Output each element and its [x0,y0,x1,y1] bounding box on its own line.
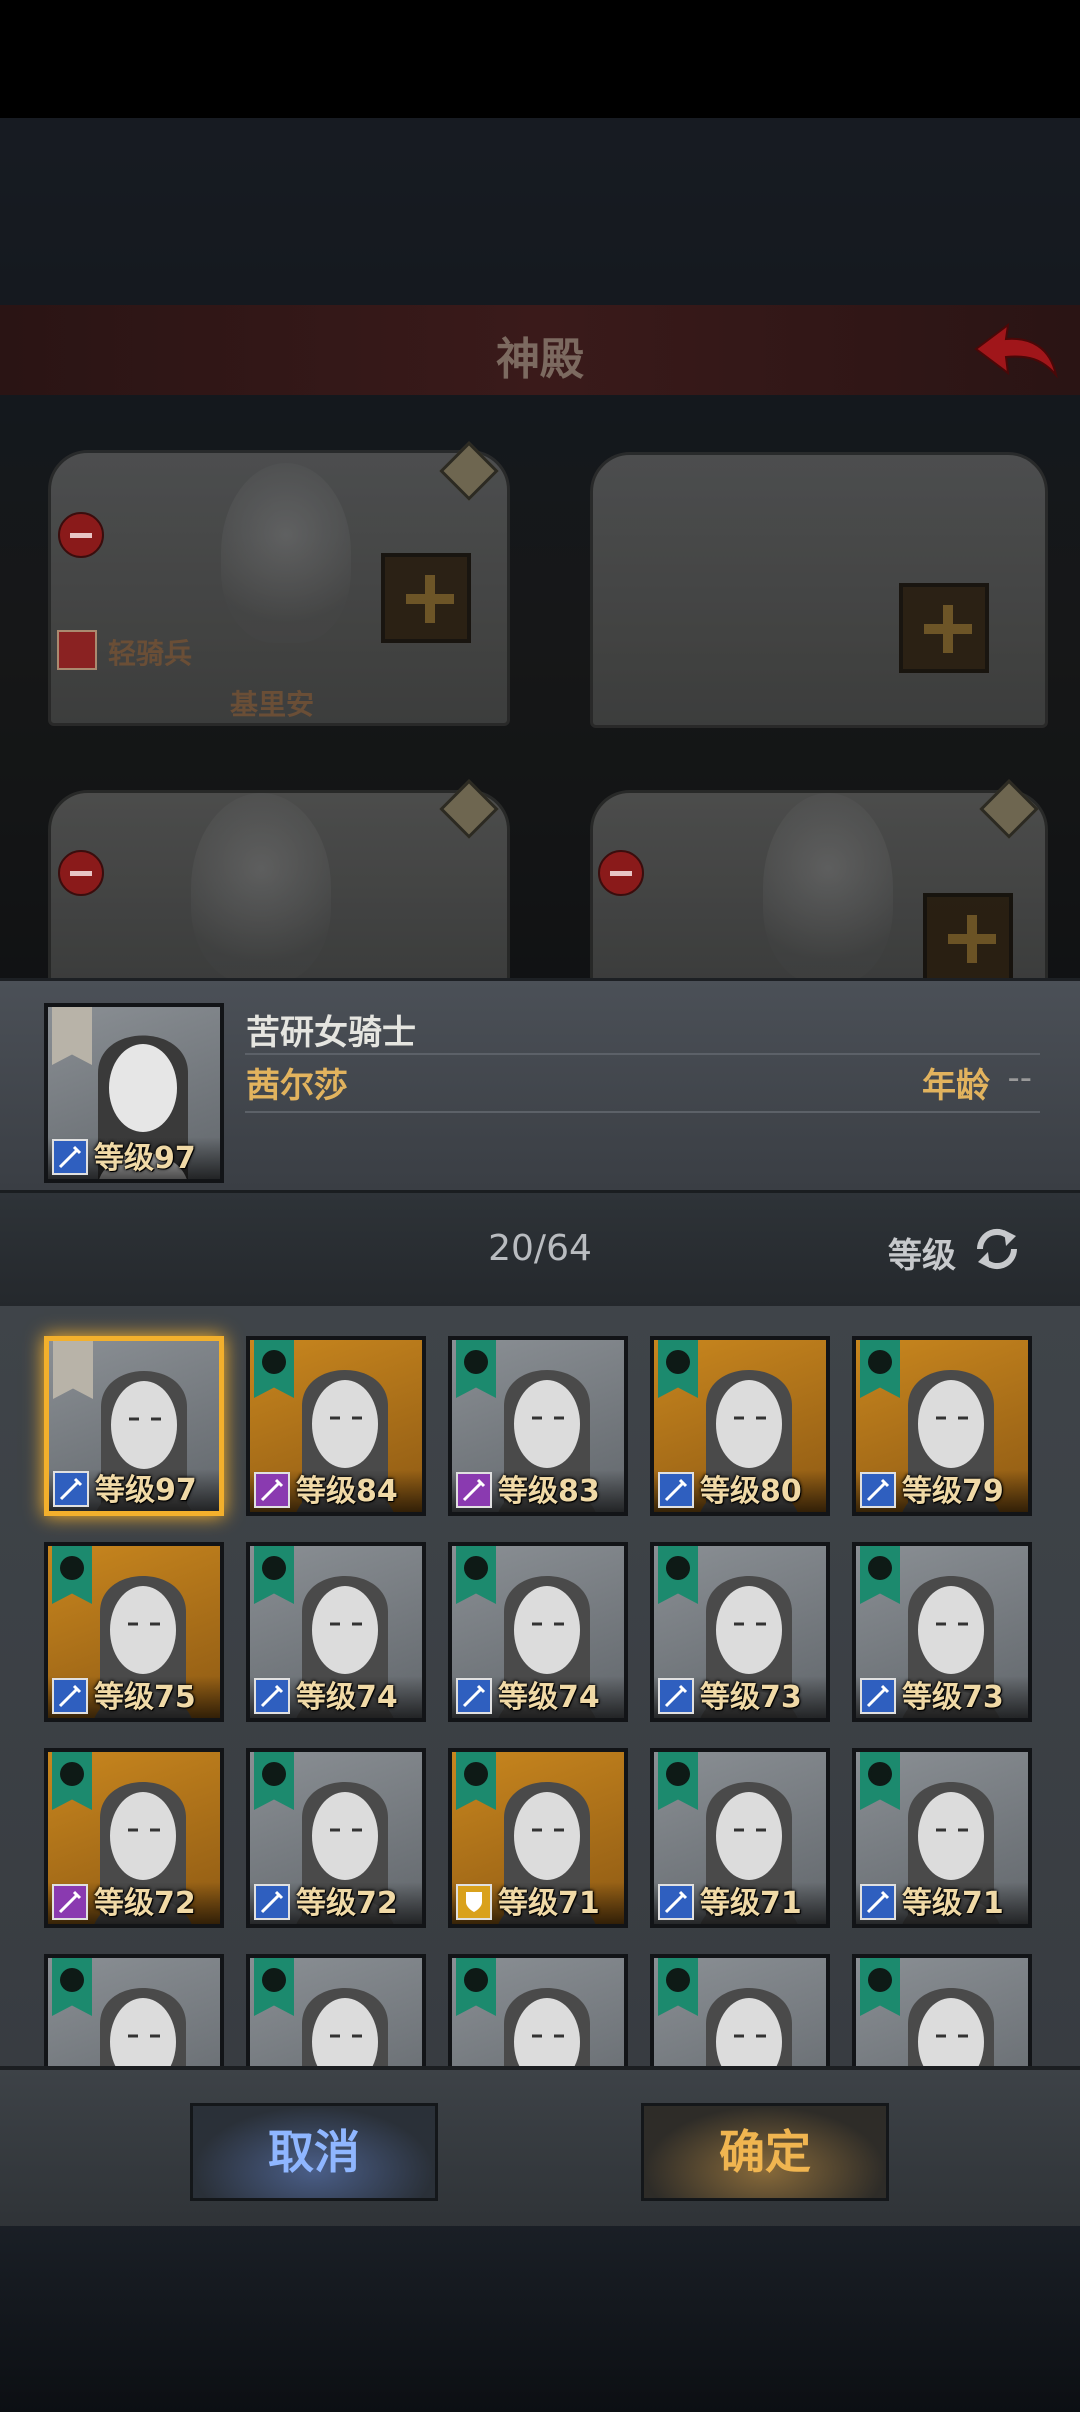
hero-card[interactable] [650,1954,830,2066]
hero-level: 等级97 [94,1141,196,1176]
add-hero-icon[interactable] [381,553,471,643]
remove-icon[interactable] [58,850,104,896]
hero-level: 等级79 [902,1474,1004,1509]
hero-level: 等级73 [700,1680,802,1715]
hero-card[interactable]: 等级79 [852,1336,1032,1516]
hero-level: 等级84 [296,1474,398,1509]
class-icon [860,1884,896,1920]
class-icon [254,1884,290,1920]
back-arrow-icon [974,322,1058,379]
hero-level: 等级80 [700,1474,802,1509]
hero-card[interactable] [44,1954,224,2066]
age-label: 年龄 [922,1066,990,1106]
temple-slot-4[interactable] [590,790,1048,996]
hero-level: 等级97 [95,1473,197,1508]
hero-level: 等级72 [296,1886,398,1921]
hero-level: 等级73 [902,1680,1004,1715]
class-icon [860,1678,896,1714]
add-hero-icon[interactable] [923,893,1013,983]
refresh-sort-icon[interactable] [970,1222,1024,1276]
hero-card[interactable] [448,1954,628,2066]
hero-card[interactable]: 等级72 [44,1748,224,1928]
hero-title: 苦研女骑士 [246,1013,416,1053]
status-bar-area [0,0,1080,118]
temple-slot-2[interactable] [590,452,1048,728]
hero-level: 等级71 [700,1886,802,1921]
class-icon [52,1139,88,1175]
hero-grid: 等级97 等级84 等级83 等级80 等级79 等级75 等级74 等级74 等级73 等级73… [0,1306,1080,2066]
sort-label[interactable]: 等级 [888,1228,956,1277]
hero-card[interactable] [246,1954,426,2066]
navigation-bar-area [0,2226,1080,2412]
remove-icon[interactable] [58,512,104,558]
hero-card[interactable]: 等级83 [448,1336,628,1516]
class-icon [658,1472,694,1508]
hero-card[interactable]: 等级73 [852,1542,1032,1722]
cancel-button[interactable]: 取消 [190,2103,438,2201]
light-cavalry-icon [57,630,97,670]
class-icon [254,1472,290,1508]
class-icon [456,1472,492,1508]
hero-face-icon [706,1988,792,2066]
hero-card[interactable]: 等级74 [246,1542,426,1722]
hero-card[interactable]: 等级72 [246,1748,426,1928]
class-icon [52,1884,88,1920]
hero-card[interactable]: 等级71 [650,1748,830,1928]
hero-face-icon [302,1988,388,2066]
hero-face-icon [908,1988,994,2066]
class-icon [860,1472,896,1508]
class-icon [658,1884,694,1920]
class-icon [254,1678,290,1714]
hero-level: 等级75 [94,1680,196,1715]
class-icon [456,1884,492,1920]
hero-level: 等级72 [94,1886,196,1921]
bottom-panel [0,2066,1080,2230]
age-value: -- [1007,1058,1032,1098]
hero-card[interactable]: 等级84 [246,1336,426,1516]
slot-class-label: 轻骑兵 [108,637,193,670]
hero-card[interactable]: 等级97 [44,1336,224,1516]
class-icon [53,1471,89,1507]
hero-level: 等级83 [498,1474,600,1509]
back-button[interactable] [970,315,1060,385]
confirm-button[interactable]: 确定 [641,2103,889,2201]
title-bar: 神殿 [0,305,1080,395]
hero-level: 等级74 [498,1680,600,1715]
class-icon [658,1678,694,1714]
class-icon [52,1678,88,1714]
hero-level: 等级74 [296,1680,398,1715]
class-icon [456,1678,492,1714]
hero-level: 等级71 [902,1886,1004,1921]
hero-card[interactable]: 等级74 [448,1542,628,1722]
add-hero-icon[interactable] [899,583,989,673]
hero-card[interactable] [852,1954,1032,2066]
hero-face-icon [100,1988,186,2066]
hero-name: 茜尔莎 [246,1066,348,1106]
temple-slot-3[interactable] [48,790,510,996]
hero-card[interactable]: 等级73 [650,1542,830,1722]
page-title: 神殿 [496,334,584,385]
hero-level: 等级71 [498,1886,600,1921]
selected-hero-portrait: 等级97 [44,1003,224,1183]
hero-card[interactable]: 等级71 [852,1748,1032,1928]
hero-card[interactable]: 等级71 [448,1748,628,1928]
hero-face-icon [504,1988,590,2066]
hero-card[interactable]: 等级80 [650,1336,830,1516]
hero-card[interactable]: 等级75 [44,1542,224,1722]
slot-hero-name: 基里安 [230,688,315,721]
remove-icon[interactable] [598,850,644,896]
